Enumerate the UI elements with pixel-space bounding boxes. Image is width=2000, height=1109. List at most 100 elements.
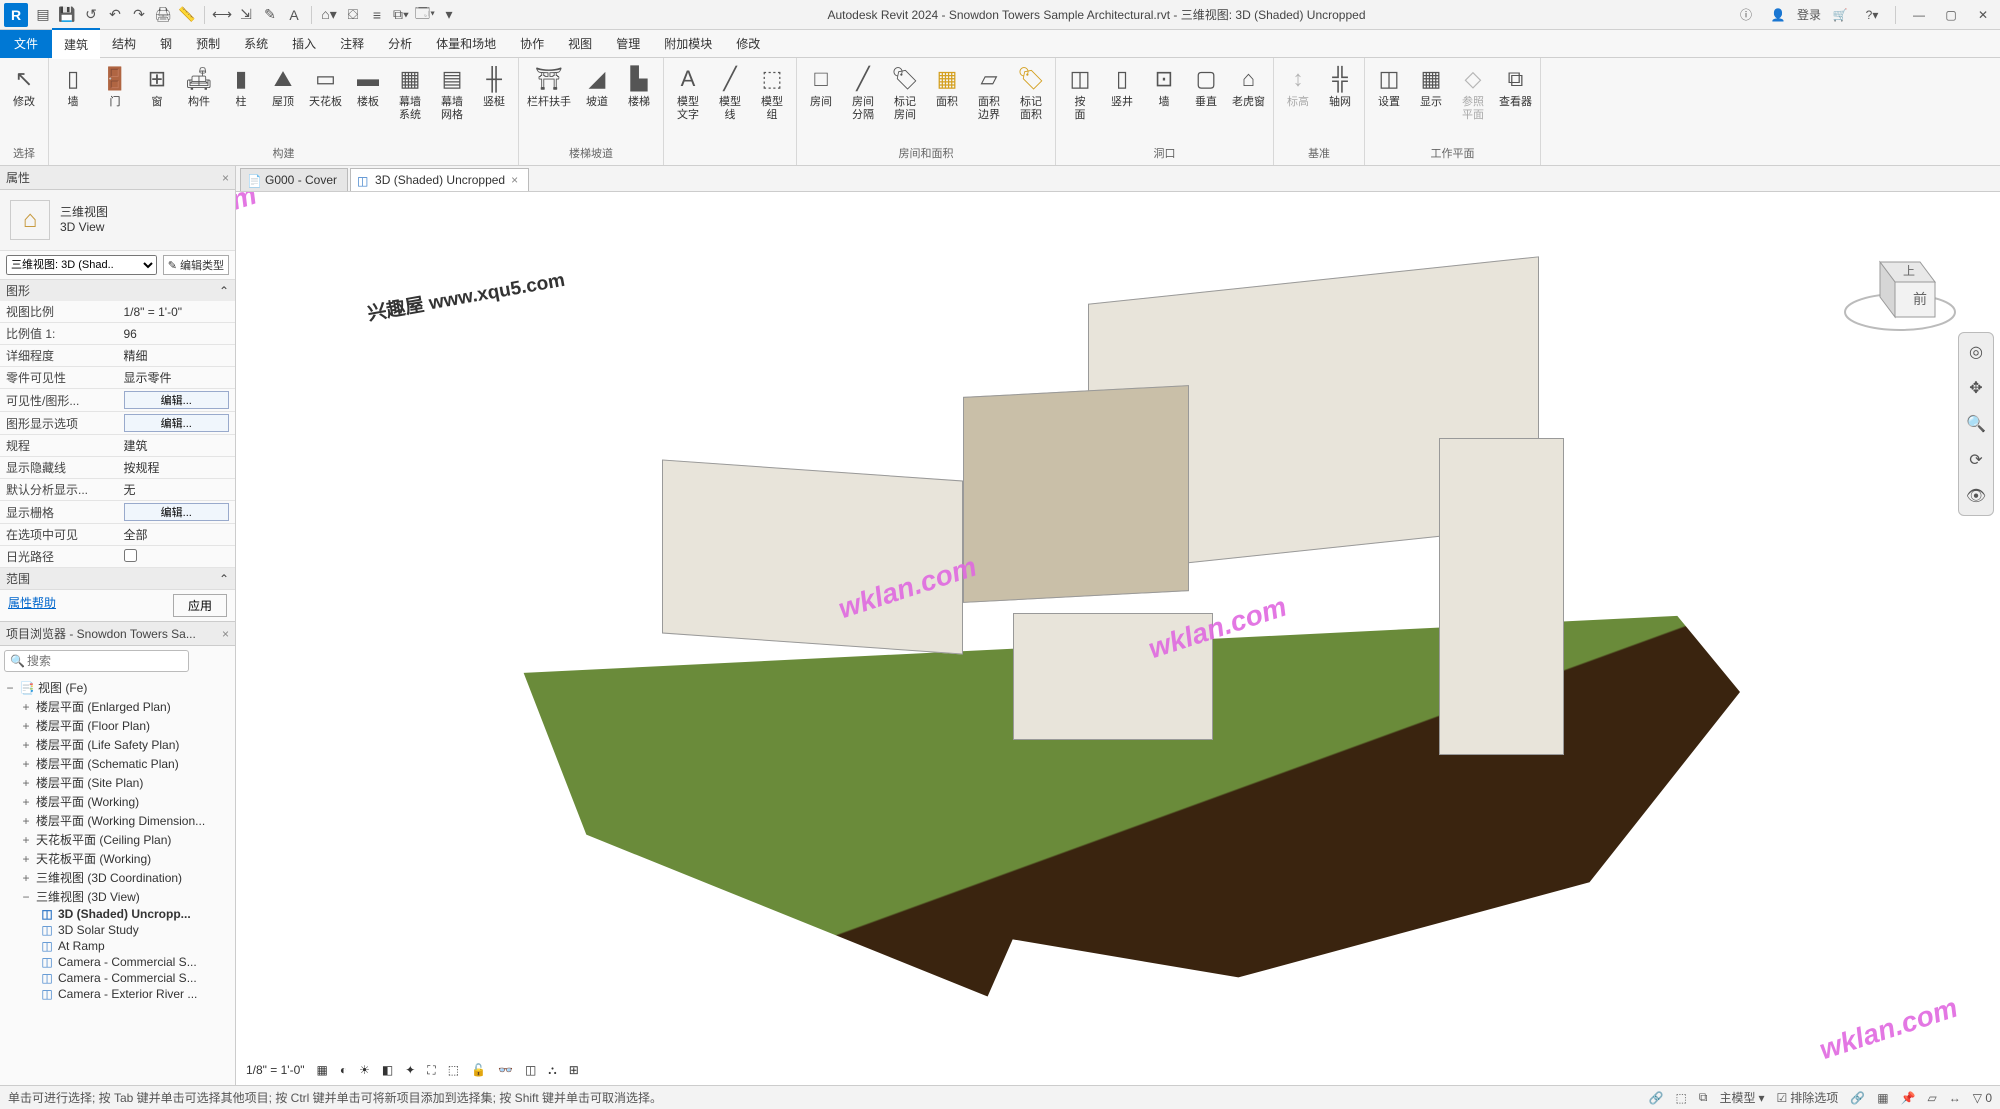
model-group-button[interactable]: ⬚模型 组 bbox=[752, 60, 792, 124]
tree-leaf[interactable]: ◫At Ramp bbox=[0, 938, 235, 954]
cart-icon[interactable]: 🛒 bbox=[1827, 4, 1853, 26]
floor-button[interactable]: ▬楼板 bbox=[348, 60, 388, 111]
prop-category-extents[interactable]: 范围⌃ bbox=[0, 568, 235, 589]
curtain-system-button[interactable]: ▦幕墙 系统 bbox=[390, 60, 430, 124]
view-tab-3d[interactable]: ◫3D (Shaded) Uncropped× bbox=[350, 168, 529, 191]
tree-leaf[interactable]: ◫Camera - Commercial S... bbox=[0, 970, 235, 986]
shadows-icon[interactable]: ◧ bbox=[378, 1063, 397, 1077]
qat-print-icon[interactable]: 🖨 bbox=[152, 4, 174, 26]
sun-path-checkbox[interactable] bbox=[124, 549, 137, 562]
ceiling-button[interactable]: ▭天花板 bbox=[305, 60, 346, 111]
grid-button[interactable]: ╬轴网 bbox=[1320, 60, 1360, 111]
tab-analyze[interactable]: 分析 bbox=[376, 29, 424, 58]
wall-button[interactable]: ▯墙 bbox=[53, 60, 93, 111]
tab-systems[interactable]: 系统 bbox=[232, 29, 280, 58]
tab-manage[interactable]: 管理 bbox=[604, 29, 652, 58]
constraints-icon[interactable]: ⊞ bbox=[565, 1063, 583, 1077]
qat-align-icon[interactable]: ⇲ bbox=[235, 4, 257, 26]
tree-node[interactable]: +天花板平面 (Working) bbox=[0, 849, 235, 868]
search-input[interactable] bbox=[4, 650, 189, 672]
rendering-icon[interactable]: ✦ bbox=[401, 1063, 419, 1077]
properties-type-selector[interactable]: ⌂ 三维视图 3D View bbox=[0, 190, 235, 251]
instance-select[interactable]: 三维视图: 3D (Shad.. bbox=[6, 255, 157, 275]
vertical-button[interactable]: ▢垂直 bbox=[1186, 60, 1226, 111]
tree-leaf[interactable]: ◫3D Solar Study bbox=[0, 922, 235, 938]
zoom-icon[interactable]: 🔍 bbox=[1963, 411, 1989, 437]
tree-node[interactable]: +楼层平面 (Life Safety Plan) bbox=[0, 735, 235, 754]
tab-insert[interactable]: 插入 bbox=[280, 29, 328, 58]
tab-massing[interactable]: 体量和场地 bbox=[424, 29, 508, 58]
tree-node[interactable]: +天花板平面 (Ceiling Plan) bbox=[0, 830, 235, 849]
orbit-icon[interactable]: ⟳ bbox=[1963, 447, 1989, 473]
tree-node[interactable]: +楼层平面 (Floor Plan) bbox=[0, 716, 235, 735]
qat-thin-icon[interactable]: ≡ bbox=[366, 4, 388, 26]
qat-redo-icon[interactable]: ↷ bbox=[128, 4, 150, 26]
tree-node[interactable]: +楼层平面 (Working Dimension... bbox=[0, 811, 235, 830]
set-button[interactable]: ◫设置 bbox=[1369, 60, 1409, 111]
qat-tag-icon[interactable]: ✎ bbox=[259, 4, 281, 26]
tab-annotate[interactable]: 注释 bbox=[328, 29, 376, 58]
disp-edit-button[interactable]: 编辑... bbox=[124, 414, 230, 432]
steering-wheel-icon[interactable]: ◎ bbox=[1963, 339, 1989, 365]
tab-architecture[interactable]: 建筑 bbox=[52, 28, 100, 59]
qat-dim-icon[interactable]: ⟷ bbox=[211, 4, 233, 26]
sun-path-icon[interactable]: ☀ bbox=[355, 1063, 374, 1077]
qat-text-icon[interactable]: A bbox=[283, 4, 305, 26]
select-underlay-icon[interactable]: ▦ bbox=[1877, 1091, 1888, 1105]
window-button[interactable]: ⊞窗 bbox=[137, 60, 177, 111]
qat-open-icon[interactable]: ▤ bbox=[32, 4, 54, 26]
mullion-button[interactable]: ╫竖梃 bbox=[474, 60, 514, 111]
shaft-button[interactable]: ▯竖井 bbox=[1102, 60, 1142, 111]
worksets-icon[interactable]: ⛬ bbox=[544, 1063, 560, 1078]
workset-icon[interactable]: 🔗 bbox=[1649, 1091, 1664, 1105]
close-icon[interactable]: × bbox=[511, 173, 518, 187]
component-button[interactable]: 🛋构件 bbox=[179, 60, 219, 111]
visual-style-icon[interactable]: ◐ bbox=[336, 1063, 351, 1077]
tab-steel[interactable]: 钢 bbox=[148, 29, 184, 58]
modify-button[interactable]: ↖修改 bbox=[4, 60, 44, 111]
viewer-button[interactable]: ⧉查看器 bbox=[1495, 60, 1536, 111]
qat-close-icon[interactable]: ⧉▾ bbox=[390, 4, 412, 26]
show-button[interactable]: ▦显示 bbox=[1411, 60, 1451, 111]
design-options-icon[interactable]: ⧉ bbox=[1699, 1090, 1708, 1105]
tree-leaf[interactable]: ◫Camera - Exterior River ... bbox=[0, 986, 235, 1002]
qat-measure-icon[interactable]: 📏 bbox=[176, 4, 198, 26]
info-icon[interactable]: ⓘ bbox=[1733, 4, 1759, 26]
tab-structure[interactable]: 结构 bbox=[100, 29, 148, 58]
qat-3d-icon[interactable]: ⌂▾ bbox=[318, 4, 340, 26]
tree-node[interactable]: +楼层平面 (Enlarged Plan) bbox=[0, 697, 235, 716]
apply-button[interactable]: 应用 bbox=[173, 594, 227, 617]
qat-more-icon[interactable]: ▾ bbox=[438, 4, 460, 26]
reveal-icon[interactable]: ◫ bbox=[521, 1063, 540, 1077]
main-model-select[interactable]: 主模型 ▾ bbox=[1719, 1089, 1764, 1106]
close-icon[interactable]: × bbox=[222, 627, 229, 641]
by-face-button[interactable]: ◫按 面 bbox=[1060, 60, 1100, 124]
tree-node-views[interactable]: −📑视图 (Fe) bbox=[0, 678, 235, 697]
viewcube[interactable]: 前 上 bbox=[1840, 232, 1960, 352]
tab-view[interactable]: 视图 bbox=[556, 29, 604, 58]
drag-icon[interactable]: ↔ bbox=[1949, 1091, 1961, 1105]
tag-room-button[interactable]: 🏷标记 房间 bbox=[885, 60, 925, 124]
canvas-3d-view[interactable]: 兴趣屋 www.xqu5.com wklan.com wklan.com wkl… bbox=[236, 192, 2000, 1085]
qat-undo-icon[interactable]: ↶ bbox=[104, 4, 126, 26]
minimize-button[interactable]: — bbox=[1906, 4, 1932, 26]
maximize-button[interactable]: ▢ bbox=[1938, 4, 1964, 26]
railing-button[interactable]: ⛩栏杆扶手 bbox=[523, 60, 575, 111]
tag-area-button[interactable]: 🏷标记 面积 bbox=[1011, 60, 1051, 124]
exclude-options-checkbox[interactable]: ☑ 排除选项 bbox=[1776, 1089, 1838, 1106]
select-face-icon[interactable]: ▱ bbox=[1928, 1091, 1937, 1105]
stair-button[interactable]: ▙楼梯 bbox=[619, 60, 659, 111]
qat-sync-icon[interactable]: ↺ bbox=[80, 4, 102, 26]
level-button[interactable]: ↕标高 bbox=[1278, 60, 1318, 111]
tree-node[interactable]: +楼层平面 (Working) bbox=[0, 792, 235, 811]
crop-icon[interactable]: ⛶ bbox=[423, 1063, 439, 1078]
dormer-button[interactable]: ⌂老虎窗 bbox=[1228, 60, 1269, 111]
crop-show-icon[interactable]: ⬚ bbox=[444, 1063, 463, 1077]
wall-open-button[interactable]: ⊡墙 bbox=[1144, 60, 1184, 111]
tab-precast[interactable]: 预制 bbox=[184, 29, 232, 58]
tree-node[interactable]: +楼层平面 (Schematic Plan) bbox=[0, 754, 235, 773]
tree-node[interactable]: −三维视图 (3D View) bbox=[0, 887, 235, 906]
editable-only-icon[interactable]: ⬚ bbox=[1676, 1091, 1687, 1105]
select-pinned-icon[interactable]: 📌 bbox=[1901, 1091, 1916, 1105]
scale-selector[interactable]: 1/8" = 1'-0" bbox=[242, 1063, 309, 1077]
